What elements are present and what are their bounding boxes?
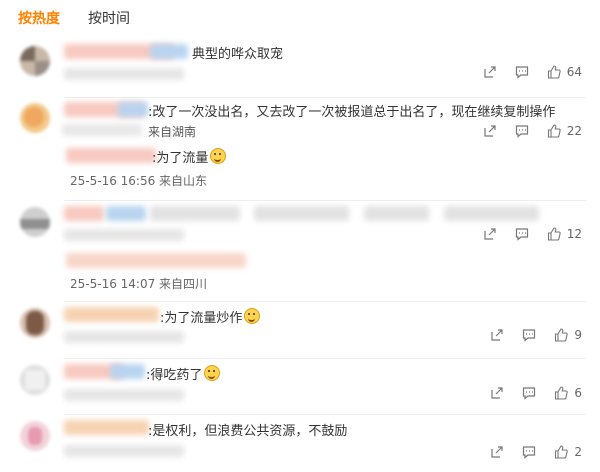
avatar[interactable]	[20, 365, 50, 395]
timestamp-blurred	[64, 389, 184, 401]
timestamp-blurred	[64, 331, 184, 343]
comment-text: 典型的哗众取宠	[192, 47, 284, 62]
like-count: 64	[566, 65, 582, 79]
comment-text-blurred	[444, 206, 539, 221]
like-count: 9	[574, 328, 582, 342]
comment-text-blurred	[254, 206, 349, 221]
share-icon[interactable]	[490, 328, 504, 342]
like-button[interactable]: 12	[547, 227, 582, 241]
thumbs-up-icon	[555, 386, 569, 400]
comment-item: 12 25-5-16 14:07 来自四川	[0, 201, 600, 301]
timestamp-blurred	[64, 68, 184, 80]
comment-actions: 64	[483, 65, 582, 79]
comment-text-blurred	[364, 206, 429, 221]
username-blurred	[106, 206, 146, 221]
comment-actions: 22	[483, 124, 582, 138]
like-count: 22	[566, 124, 582, 138]
comment-meta: 来自湖南	[148, 125, 197, 139]
tab-time[interactable]: 按时间	[88, 8, 130, 28]
reply-meta: 25-5-16 14:07 来自四川	[70, 277, 208, 291]
like-count: 2	[574, 445, 582, 459]
comment-actions: 12	[483, 227, 582, 241]
comment-text: :得吃药了	[146, 364, 221, 383]
username-blurred	[110, 364, 145, 379]
reply-username-blurred[interactable]	[66, 148, 156, 163]
share-icon[interactable]	[483, 124, 497, 138]
like-button[interactable]: 22	[547, 124, 582, 138]
comment-item: :改了一次没出名，又去改了一次被报道总于出名了，现在继续复制操作 来自湖南 22…	[0, 98, 600, 200]
comment-icon[interactable]	[522, 445, 536, 459]
avatar[interactable]	[20, 207, 50, 237]
share-icon[interactable]	[490, 445, 504, 459]
avatar[interactable]	[20, 103, 50, 133]
timestamp-blurred	[62, 124, 142, 136]
comment-actions: 2	[490, 445, 582, 459]
like-button[interactable]: 64	[547, 65, 582, 79]
comment-item: :是权利，但浪费公共资源，不鼓励 2	[0, 415, 600, 472]
thumbs-up-icon	[547, 65, 561, 79]
comment-icon[interactable]	[522, 386, 536, 400]
comment-text-blurred	[150, 206, 240, 221]
reply-text-blurred[interactable]	[66, 253, 246, 268]
avatar[interactable]	[20, 421, 50, 451]
comment-item: 典型的哗众取宠 64	[0, 38, 600, 98]
comment-text: :是权利，但浪费公共资源，不鼓励	[148, 424, 348, 439]
avatar[interactable]	[20, 308, 50, 338]
comment-actions: 9	[490, 328, 582, 342]
comment-actions: 6	[490, 386, 582, 400]
comment-text: :改了一次没出名，又去改了一次被报道总于出名了，现在继续复制操作	[148, 105, 556, 120]
comment-icon[interactable]	[522, 328, 536, 342]
share-icon[interactable]	[483, 65, 497, 79]
share-icon[interactable]	[490, 386, 504, 400]
comment-icon[interactable]	[515, 124, 529, 138]
thinking-emoji-icon	[244, 308, 261, 324]
like-count: 6	[574, 386, 582, 400]
comment-item: :得吃药了 6	[0, 359, 600, 413]
timestamp-blurred	[64, 229, 184, 241]
username-blurred	[150, 44, 188, 59]
laughing-emoji-icon	[210, 148, 227, 164]
comment-item: :为了流量炒作 9	[0, 302, 600, 357]
thumbs-up-icon	[555, 328, 569, 342]
username-blurred[interactable]	[64, 206, 104, 221]
comment-icon[interactable]	[515, 227, 529, 241]
like-button[interactable]: 9	[554, 328, 582, 342]
timestamp-blurred	[64, 445, 184, 457]
like-count: 12	[566, 227, 582, 241]
like-button[interactable]: 2	[554, 445, 582, 459]
username-blurred[interactable]	[64, 307, 159, 322]
comment-text: :为了流量炒作	[160, 307, 261, 326]
avatar[interactable]	[20, 46, 50, 76]
thumbs-up-icon	[555, 445, 569, 459]
comment-icon[interactable]	[515, 65, 529, 79]
username-blurred[interactable]	[64, 420, 149, 435]
sort-tabs: 按热度 按时间	[18, 8, 130, 28]
thumbs-up-icon	[547, 227, 561, 241]
thumbs-up-icon	[547, 124, 561, 138]
reply-text: :为了流量	[152, 147, 227, 166]
share-icon[interactable]	[483, 227, 497, 241]
like-button[interactable]: 6	[554, 386, 582, 400]
username-blurred	[118, 102, 148, 117]
tab-hot[interactable]: 按热度	[18, 8, 60, 28]
reply-meta: 25-5-16 16:56 来自山东	[70, 174, 208, 188]
laughing-emoji-icon	[204, 365, 221, 381]
